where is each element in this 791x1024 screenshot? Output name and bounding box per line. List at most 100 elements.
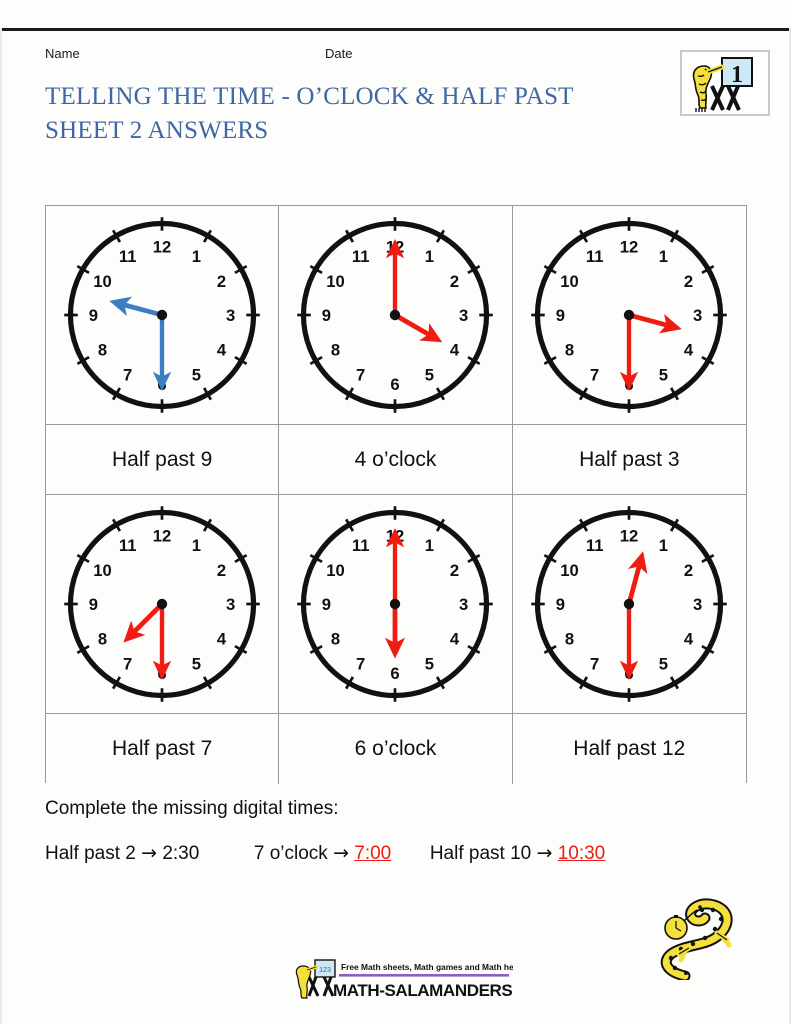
clock-3-numeral-5: 5 bbox=[659, 366, 668, 385]
clock-2-numeral-10: 10 bbox=[327, 272, 346, 291]
clock-5-numeral-5: 5 bbox=[425, 655, 434, 674]
clock-1-face: 121234567891011 bbox=[64, 217, 260, 413]
clock-6-numeral-9: 9 bbox=[556, 595, 565, 614]
digital-times-row: Half past 2 → 2:30 7 o’clock → 7:00 Half… bbox=[45, 842, 745, 865]
answer-cell-1: Half past 9 bbox=[46, 425, 280, 495]
clock-6-numeral-12: 12 bbox=[620, 527, 639, 546]
name-field-label: Name bbox=[45, 46, 80, 61]
clock-6-numeral-11: 11 bbox=[586, 536, 604, 555]
clock-1: 121234567891011 bbox=[58, 211, 266, 419]
clock-4-numeral-3: 3 bbox=[226, 595, 235, 614]
clock-5-face: 121234567891011 bbox=[297, 506, 494, 702]
clock-4-numeral-2: 2 bbox=[217, 561, 226, 580]
clock-6-numeral-10: 10 bbox=[561, 561, 580, 580]
page-top-border bbox=[0, 28, 791, 31]
clock-4-numeral-9: 9 bbox=[89, 595, 98, 614]
salamander-with-pocket-watch-icon bbox=[660, 898, 733, 982]
clock-5: 121234567891011 bbox=[291, 500, 499, 708]
clock-1-numeral-7: 7 bbox=[123, 366, 132, 385]
digital-item-1-label: Half past 2 bbox=[45, 843, 136, 864]
clock-answer-grid: 121234567891011 121234567891011 bbox=[45, 205, 747, 784]
clock-6-numeral-4: 4 bbox=[684, 630, 694, 649]
clock-3: 121234567891011 bbox=[525, 211, 733, 419]
clock-5-numeral-1: 1 bbox=[425, 536, 434, 555]
digital-item-1-value[interactable]: 2:30 bbox=[162, 843, 199, 864]
clock-2-numeral-5: 5 bbox=[425, 366, 434, 385]
clock-2-numeral-7: 7 bbox=[357, 366, 366, 385]
clock-1-numeral-8: 8 bbox=[98, 341, 107, 360]
digital-item-2-label: 7 o’clock bbox=[253, 843, 328, 864]
digital-item-2-value[interactable]: 7:00 bbox=[354, 843, 391, 864]
clock-2-numeral-6: 6 bbox=[391, 375, 400, 394]
clock-1-numeral-4: 4 bbox=[217, 341, 227, 360]
answer-cell-2: 4 o’clock bbox=[279, 425, 513, 495]
clock-3-numeral-7: 7 bbox=[590, 366, 599, 385]
clock-3-numeral-12: 12 bbox=[620, 238, 639, 257]
page-title-line-1: TELLING THE TIME - O’CLOCK & HALF PAST bbox=[45, 83, 574, 110]
clock-4-numeral-12: 12 bbox=[153, 527, 172, 546]
clock-5-numeral-9: 9 bbox=[322, 595, 331, 614]
clock-2-numeral-11: 11 bbox=[352, 247, 370, 266]
answer-cell-3: Half past 3 bbox=[512, 425, 746, 495]
clock-1-numeral-2: 2 bbox=[217, 272, 226, 291]
clock-4-numeral-10: 10 bbox=[93, 561, 112, 580]
clock-6-numeral-2: 2 bbox=[684, 561, 693, 580]
clock-5-numeral-8: 8 bbox=[331, 630, 340, 649]
arrow-icon: → bbox=[333, 842, 349, 864]
clock-3-numeral-4: 4 bbox=[684, 341, 694, 360]
clock-3-numeral-9: 9 bbox=[556, 306, 565, 325]
clock-4-numeral-7: 7 bbox=[123, 655, 132, 674]
date-field-label: Date bbox=[325, 46, 353, 61]
clock-3-face: 121234567891011 bbox=[531, 217, 728, 413]
clock-1-numeral-3: 3 bbox=[226, 306, 235, 325]
clock-cell-3: 121234567891011 bbox=[512, 206, 746, 425]
clock-cell-4: 121234567891011 bbox=[46, 495, 280, 714]
clock-cell-1: 121234567891011 bbox=[46, 206, 280, 425]
clock-cell-2: 121234567891011 bbox=[279, 206, 513, 425]
digital-item-3-value[interactable]: 10:30 bbox=[558, 843, 606, 864]
clock-2-numeral-3: 3 bbox=[459, 306, 468, 325]
clock-4-numeral-5: 5 bbox=[192, 655, 201, 674]
clock-5-numeral-6: 6 bbox=[391, 664, 400, 683]
exercise-prompt: Complete the missing digital times: bbox=[45, 798, 339, 819]
answer-cell-5: 6 o’clock bbox=[279, 714, 513, 784]
clock-2-numeral-1: 1 bbox=[425, 247, 434, 266]
clock-1-numeral-12: 12 bbox=[153, 238, 172, 257]
clock-2-face: 121234567891011 bbox=[297, 217, 494, 413]
clock-2-numeral-9: 9 bbox=[322, 306, 331, 325]
clock-4-face: 121234567891011 bbox=[64, 506, 260, 702]
svg-text:1: 1 bbox=[731, 62, 743, 88]
level-badge-graphic: 1 bbox=[682, 52, 768, 114]
svg-text:Free Math sheets, Math games a: Free Math sheets, Math games and Math he… bbox=[341, 962, 513, 972]
digital-item-3: Half past 10 → 10:30 bbox=[430, 842, 605, 865]
clock-cell-5: 121234567891011 bbox=[279, 495, 513, 714]
clock-4-numeral-4: 4 bbox=[217, 630, 227, 649]
arrow-icon: → bbox=[536, 842, 553, 864]
clock-6-numeral-8: 8 bbox=[565, 630, 574, 649]
digital-item-1: Half past 2 → 2:30 bbox=[45, 842, 199, 865]
page-title: TELLING THE TIME - O’CLOCK & HALF PAST S… bbox=[45, 80, 645, 148]
clock-4-numeral-11: 11 bbox=[119, 536, 137, 555]
arrow-icon: → bbox=[141, 842, 158, 864]
clock-2: 121234567891011 bbox=[291, 211, 499, 419]
clock-3-numeral-3: 3 bbox=[693, 306, 702, 325]
clock-4-numeral-8: 8 bbox=[98, 630, 107, 649]
clock-3-numeral-2: 2 bbox=[684, 272, 693, 291]
clock-1-numeral-5: 5 bbox=[192, 366, 201, 385]
svg-text:123: 123 bbox=[319, 967, 331, 974]
clock-5-numeral-7: 7 bbox=[357, 655, 366, 674]
clock-5-numeral-11: 11 bbox=[352, 536, 370, 555]
clock-3-numeral-8: 8 bbox=[565, 341, 574, 360]
answer-cell-6: Half past 12 bbox=[512, 714, 746, 784]
clock-5-numeral-10: 10 bbox=[327, 561, 346, 580]
worksheet-page: Name Date TELLING THE TIME - O’CLOCK & H… bbox=[0, 0, 791, 1024]
digital-item-3-label: Half past 10 bbox=[429, 843, 532, 864]
digital-item-2: 7 o’clock → 7:00 bbox=[254, 842, 391, 865]
clock-5-numeral-2: 2 bbox=[450, 561, 459, 580]
clock-4-numeral-1: 1 bbox=[192, 536, 201, 555]
page-title-line-2: SHEET 2 ANSWERS bbox=[45, 117, 269, 144]
clock-1-numeral-9: 9 bbox=[89, 306, 98, 325]
clock-6: 121234567891011 bbox=[525, 500, 733, 708]
clock-6-numeral-1: 1 bbox=[659, 536, 668, 555]
clock-6-numeral-3: 3 bbox=[693, 595, 702, 614]
